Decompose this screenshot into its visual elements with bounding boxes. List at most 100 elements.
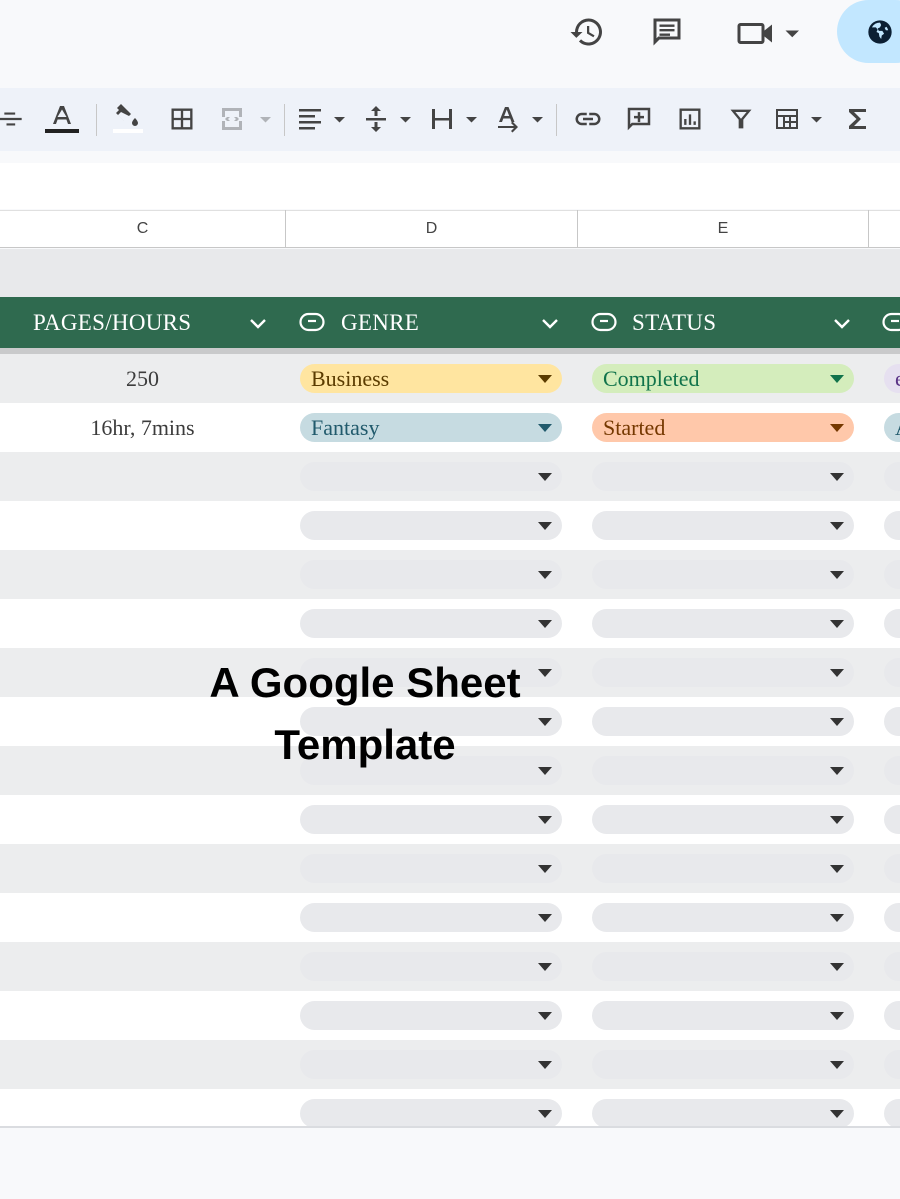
header-status[interactable]: STATUS bbox=[632, 297, 716, 348]
status-dropdown[interactable] bbox=[592, 1099, 854, 1128]
column-header-d[interactable]: D bbox=[286, 210, 577, 248]
horizontal-align-icon[interactable] bbox=[296, 100, 350, 138]
status-dropdown[interactable] bbox=[592, 462, 854, 491]
cell-pages-hours[interactable] bbox=[0, 942, 285, 991]
text-wrapping-icon[interactable] bbox=[428, 100, 482, 138]
dropdown-arrow-icon[interactable] bbox=[830, 865, 844, 873]
cell-pages-hours[interactable] bbox=[0, 844, 285, 893]
fill-color-icon[interactable] bbox=[108, 100, 148, 138]
filter-icon[interactable] bbox=[723, 100, 759, 138]
text-color-icon[interactable] bbox=[42, 100, 82, 138]
genre-dropdown[interactable] bbox=[300, 462, 562, 491]
strikethrough-icon[interactable] bbox=[0, 100, 26, 138]
status-dropdown[interactable] bbox=[592, 707, 854, 736]
genre-dropdown[interactable] bbox=[300, 1099, 562, 1128]
header-pages-hours[interactable]: PAGES/HOURS bbox=[33, 297, 191, 348]
genre-dropdown[interactable] bbox=[300, 1050, 562, 1079]
dropdown-arrow-icon[interactable] bbox=[830, 718, 844, 726]
status-dropdown[interactable] bbox=[592, 609, 854, 638]
genre-dropdown[interactable] bbox=[300, 903, 562, 932]
header-genre[interactable]: GENRE bbox=[341, 297, 419, 348]
status-dropdown[interactable] bbox=[592, 854, 854, 883]
dropdown-arrow-icon[interactable] bbox=[830, 522, 844, 530]
dropdown-arrow-icon[interactable] bbox=[538, 375, 552, 383]
status-dropdown[interactable] bbox=[592, 560, 854, 589]
cell-pages-hours[interactable] bbox=[0, 1040, 285, 1089]
dropdown-arrow-icon[interactable] bbox=[830, 375, 844, 383]
dropdown-arrow-icon[interactable] bbox=[830, 571, 844, 579]
dropdown-arrow-icon[interactable] bbox=[538, 865, 552, 873]
dropdown-arrow-icon[interactable] bbox=[830, 767, 844, 775]
status-dropdown[interactable] bbox=[592, 1001, 854, 1030]
insert-comment-icon[interactable] bbox=[621, 100, 657, 138]
column-header-f[interactable] bbox=[869, 210, 900, 248]
dropdown-arrow-icon[interactable] bbox=[830, 424, 844, 432]
dropdown-arrow-icon[interactable] bbox=[830, 1061, 844, 1069]
column-header-e[interactable]: E bbox=[578, 210, 868, 248]
chevron-down-icon[interactable] bbox=[832, 313, 852, 333]
status-dropdown[interactable] bbox=[592, 658, 854, 687]
filter-views-icon[interactable] bbox=[772, 100, 828, 138]
formula-bar[interactable] bbox=[0, 163, 900, 209]
status-dropdown[interactable] bbox=[592, 903, 854, 932]
status-dropdown[interactable] bbox=[592, 805, 854, 834]
status-dropdown[interactable]: Completed bbox=[592, 364, 854, 393]
cell-pages-hours[interactable] bbox=[0, 991, 285, 1040]
cell-pages-hours[interactable] bbox=[0, 599, 285, 648]
cell-pages-hours[interactable] bbox=[0, 501, 285, 550]
cell-pages-hours[interactable]: 250 bbox=[0, 354, 285, 403]
dropdown-arrow-icon[interactable] bbox=[538, 963, 552, 971]
dropdown-arrow-icon[interactable] bbox=[538, 816, 552, 824]
chevron-down-icon[interactable] bbox=[540, 313, 560, 333]
dropdown-arrow-icon[interactable] bbox=[830, 620, 844, 628]
dropdown-arrow-icon[interactable] bbox=[538, 1110, 552, 1118]
chevron-down-icon[interactable] bbox=[248, 313, 268, 333]
dropdown-arrow-icon[interactable] bbox=[830, 963, 844, 971]
status-dropdown[interactable] bbox=[592, 756, 854, 785]
dropdown-arrow-icon[interactable] bbox=[538, 473, 552, 481]
dropdown-arrow-icon[interactable] bbox=[538, 914, 552, 922]
genre-dropdown[interactable] bbox=[300, 1001, 562, 1030]
dropdown-arrow-icon[interactable] bbox=[538, 620, 552, 628]
functions-icon[interactable] bbox=[843, 100, 873, 138]
dropdown-arrow-icon[interactable] bbox=[538, 424, 552, 432]
status-dropdown[interactable] bbox=[592, 952, 854, 981]
genre-dropdown[interactable] bbox=[300, 560, 562, 589]
merge-cells-icon[interactable] bbox=[218, 100, 278, 138]
meet-icon[interactable] bbox=[730, 10, 808, 54]
dropdown-arrow-icon[interactable] bbox=[538, 1012, 552, 1020]
insert-link-icon[interactable] bbox=[570, 100, 606, 138]
insert-chart-icon[interactable] bbox=[672, 100, 708, 138]
dropdown-arrow-icon[interactable] bbox=[830, 473, 844, 481]
dropdown-chip-icon bbox=[299, 312, 325, 332]
cell-pages-hours[interactable]: 16hr, 7mins bbox=[0, 403, 285, 452]
status-dropdown[interactable] bbox=[592, 511, 854, 540]
comment-icon[interactable] bbox=[645, 10, 689, 54]
text-rotation-icon[interactable] bbox=[494, 100, 548, 138]
borders-icon[interactable] bbox=[163, 100, 201, 138]
genre-dropdown[interactable] bbox=[300, 609, 562, 638]
vertical-align-icon[interactable] bbox=[362, 100, 416, 138]
dropdown-arrow-icon[interactable] bbox=[538, 1061, 552, 1069]
column-header-c[interactable]: C bbox=[0, 210, 285, 248]
history-icon[interactable] bbox=[565, 10, 609, 54]
cell-pages-hours[interactable] bbox=[0, 452, 285, 501]
dropdown-arrow-icon[interactable] bbox=[830, 1012, 844, 1020]
cell-pages-hours[interactable] bbox=[0, 795, 285, 844]
dropdown-arrow-icon[interactable] bbox=[830, 914, 844, 922]
status-dropdown[interactable]: Started bbox=[592, 413, 854, 442]
dropdown-arrow-icon[interactable] bbox=[830, 669, 844, 677]
cell-pages-hours[interactable] bbox=[0, 893, 285, 942]
dropdown-arrow-icon[interactable] bbox=[830, 1110, 844, 1118]
genre-dropdown[interactable]: Business bbox=[300, 364, 562, 393]
dropdown-arrow-icon[interactable] bbox=[830, 816, 844, 824]
genre-dropdown[interactable] bbox=[300, 854, 562, 883]
genre-dropdown[interactable] bbox=[300, 511, 562, 540]
genre-dropdown[interactable] bbox=[300, 952, 562, 981]
genre-dropdown[interactable] bbox=[300, 805, 562, 834]
dropdown-arrow-icon[interactable] bbox=[538, 522, 552, 530]
genre-dropdown[interactable]: Fantasy bbox=[300, 413, 562, 442]
cell-pages-hours[interactable] bbox=[0, 550, 285, 599]
status-dropdown[interactable] bbox=[592, 1050, 854, 1079]
dropdown-arrow-icon[interactable] bbox=[538, 571, 552, 579]
